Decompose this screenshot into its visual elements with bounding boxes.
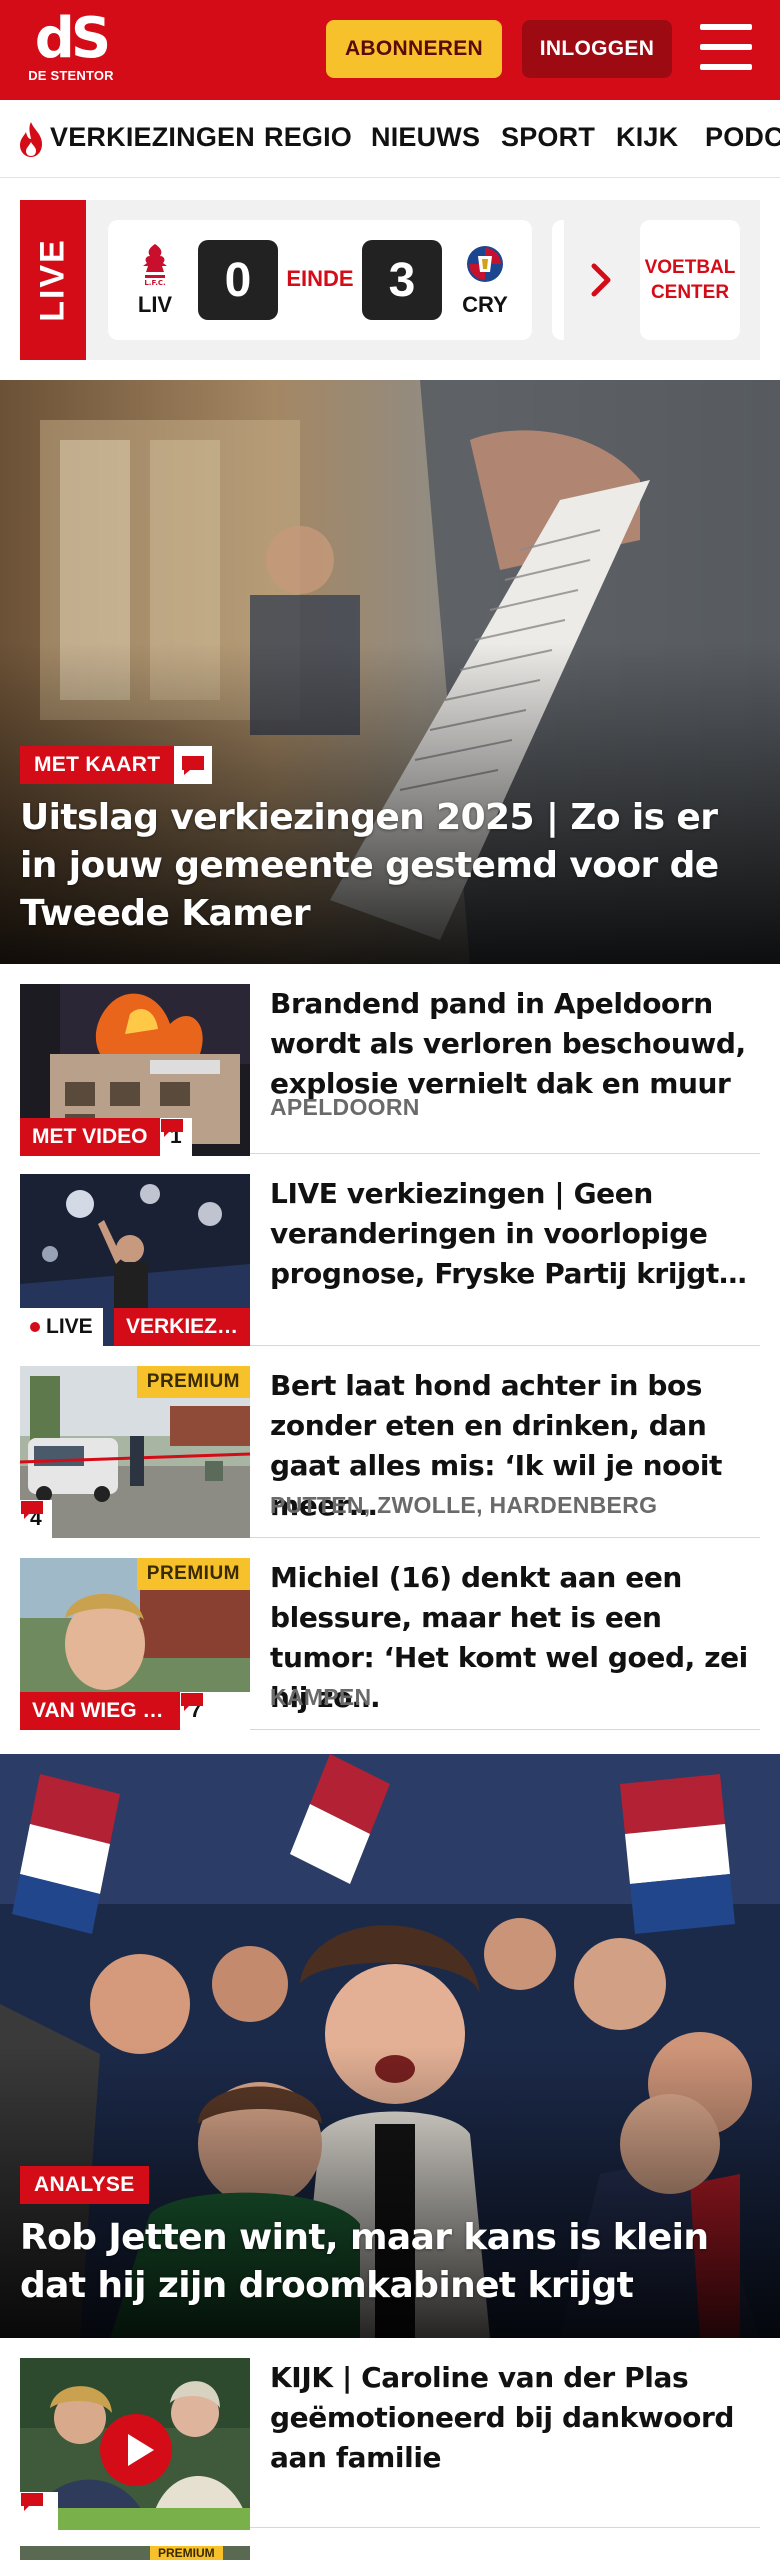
- next-article-thumbnail-peek[interactable]: PREMIUM: [20, 2546, 250, 2560]
- premium-badge: PREMIUM: [150, 2546, 223, 2560]
- match-status: EINDE: [286, 266, 354, 291]
- live-label: LIVE: [33, 238, 72, 322]
- article-thumbnail: [20, 2358, 250, 2530]
- nav-item-podcasts[interactable]: PODCASTS: [705, 122, 780, 153]
- article-title[interactable]: LIVE verkiezingen | Geen veranderingen i…: [270, 1174, 760, 1294]
- hero-article-rob-jetten[interactable]: ANALYSE Rob Jetten wint, maar kans is kl…: [0, 1754, 780, 2338]
- away-team-code: CRY: [462, 292, 508, 317]
- home-score: 0: [198, 240, 278, 320]
- live-indicator: LIVE: [20, 1308, 103, 1346]
- comment-icon: [174, 746, 212, 784]
- nav-item-regio[interactable]: REGIO: [264, 122, 352, 153]
- play-button-icon[interactable]: [100, 2414, 172, 2486]
- list-item[interactable]: KIJK | Caroline van der Plas geëmotionee…: [20, 2338, 760, 2530]
- login-button[interactable]: INLOGGEN: [522, 20, 672, 78]
- live-dot-icon: [30, 1322, 40, 1332]
- list-item[interactable]: LIVE VERKIEZ… LIVE verkiezingen | Geen v…: [20, 1154, 760, 1346]
- top-header: dS DE STENTOR ABONNEREN INLOGGEN: [0, 0, 780, 100]
- topic-tag: VERKIEZ…: [114, 1308, 250, 1346]
- article-thumbnail: PREMIUM 4: [20, 1366, 250, 1538]
- comment-count: 1: [160, 1118, 192, 1156]
- nav-item-sport[interactable]: SPORT: [501, 122, 595, 153]
- nav-item-kijk[interactable]: KIJK: [616, 122, 678, 153]
- away-score: 3: [362, 240, 442, 320]
- comment-icon: [181, 1693, 203, 1711]
- crystal-palace-crest-icon: [467, 246, 503, 282]
- match-card[interactable]: L.F.C. LIV 0 EINDE 3 CRY: [108, 220, 532, 340]
- liverpool-crest-icon: L.F.C.: [143, 244, 167, 286]
- comment-count: [20, 2492, 58, 2530]
- home-team-code: LIV: [137, 292, 173, 317]
- hero-badge: ANALYSE: [20, 2166, 149, 2204]
- subscribe-button[interactable]: ABONNEREN: [326, 20, 502, 78]
- list-item[interactable]: MET VIDEO 1 Brandend pand in Apeldoorn w…: [20, 964, 760, 1156]
- nav-item-verkiezingen[interactable]: VERKIEZINGEN: [50, 122, 255, 153]
- main-nav: VERKIEZINGEN REGIO NIEUWS SPORT KIJK POD…: [0, 100, 780, 178]
- site-logo[interactable]: dS DE STENTOR: [28, 10, 114, 90]
- article-thumbnail: MET VIDEO 1: [20, 984, 250, 1156]
- flame-icon: [20, 122, 42, 157]
- premium-badge: PREMIUM: [136, 1366, 250, 1398]
- hero-badge: MET KAART: [20, 746, 175, 784]
- topic-tag: VAN WIEG …: [20, 1692, 180, 1730]
- svg-text:L.F.C.: L.F.C.: [144, 279, 165, 286]
- live-scores-widget: LIVE L.F.C. LIV 0 EINDE 3 CRY VOETBAL CE…: [20, 200, 760, 360]
- article-thumbnail: PREMIUM VAN WIEG … 7: [20, 1558, 250, 1730]
- next-match-card-peek[interactable]: [552, 220, 564, 340]
- article-title[interactable]: Brandend pand in Apeldoorn wordt als ver…: [270, 984, 760, 1104]
- live-tab[interactable]: LIVE: [20, 200, 86, 360]
- comment-count: 7: [180, 1692, 250, 1730]
- list-item[interactable]: PREMIUM 4 Bert laat hond achter in bos z…: [20, 1346, 760, 1538]
- nav-item-nieuws[interactable]: NIEUWS: [371, 122, 480, 153]
- list-item[interactable]: PREMIUM VAN WIEG … 7 Michiel (16) denkt …: [20, 1538, 760, 1730]
- media-tag: MET VIDEO: [20, 1118, 160, 1156]
- comment-icon: [21, 2493, 43, 2511]
- hero-title[interactable]: Uitslag verkiezingen 2025 | Zo is er in …: [20, 794, 760, 938]
- hero-title[interactable]: Rob Jetten wint, maar kans is klein dat …: [20, 2214, 760, 2310]
- hero-article-election-results[interactable]: MET KAART Uitslag verkiezingen 2025 | Zo…: [0, 380, 780, 964]
- comment-count: 4: [20, 1500, 52, 1538]
- article-location: KAMPEN: [270, 1684, 372, 1710]
- logo-name: DE STENTOR: [28, 68, 114, 83]
- article-location: APELDOORN: [270, 1094, 420, 1120]
- comment-icon: [161, 1119, 183, 1137]
- live-indicator-label: LIVE: [46, 1315, 93, 1338]
- article-location: PUTTEN, ZWOLLE, HARDENBERG: [270, 1492, 658, 1518]
- premium-badge: PREMIUM: [136, 1558, 250, 1590]
- comment-icon: [21, 1501, 43, 1519]
- article-thumbnail: LIVE VERKIEZ…: [20, 1174, 250, 1346]
- article-title[interactable]: KIJK | Caroline van der Plas geëmotionee…: [270, 2358, 760, 2478]
- hamburger-menu-icon[interactable]: [700, 24, 752, 74]
- chevron-right-icon[interactable]: [590, 262, 614, 298]
- logo-mark: dS: [34, 6, 111, 71]
- voetbal-center-link[interactable]: VOETBAL CENTER: [640, 220, 740, 340]
